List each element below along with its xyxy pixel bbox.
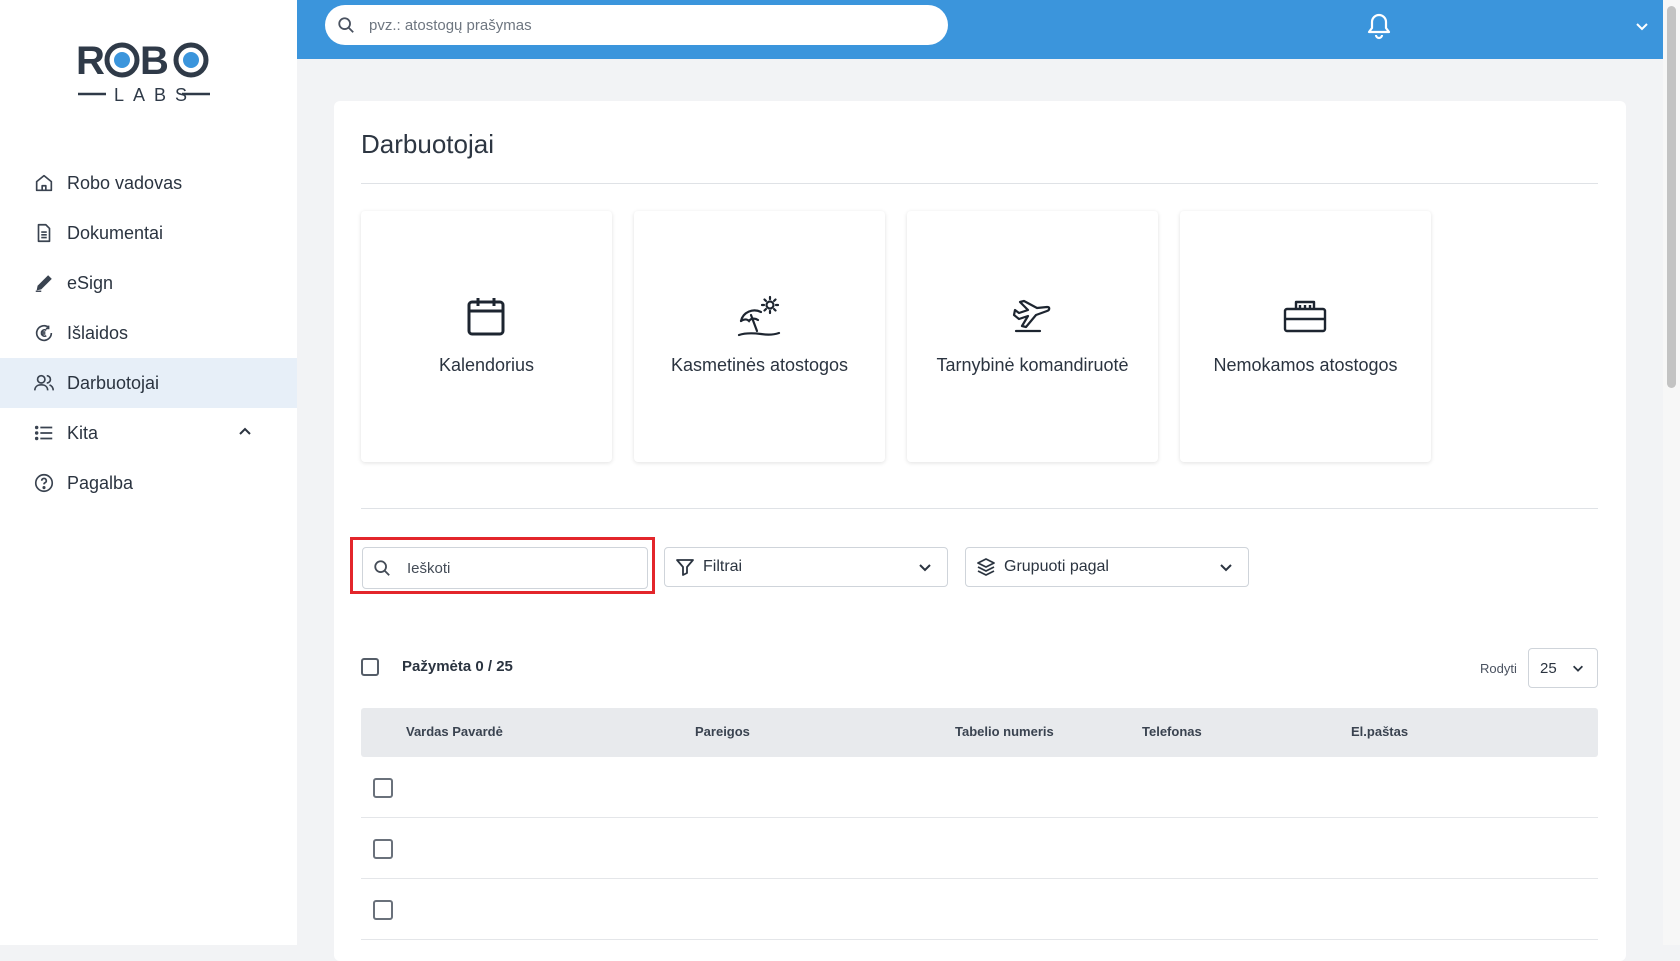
- select-all-checkbox[interactable]: [361, 658, 379, 676]
- topbar: [297, 0, 1663, 59]
- tile-label: Kasmetinės atostogos: [670, 355, 849, 375]
- group-by-label: Grupuoti pagal: [1004, 558, 1109, 575]
- page-size-select[interactable]: 25: [1528, 648, 1598, 688]
- tile-kasmetines-atostogos[interactable]: Kasmetinės atostogos: [634, 211, 885, 462]
- global-search[interactable]: [325, 5, 948, 45]
- column-header-employee-id[interactable]: Tabelio numeris: [955, 724, 1054, 739]
- row-checkbox[interactable]: [373, 778, 393, 798]
- pen-icon: [35, 275, 52, 292]
- table-header: Vardas Pavardė Pareigos Tabelio numeris …: [361, 708, 1598, 757]
- sidebar-item-label: Dokumentai: [67, 222, 164, 243]
- robo-labs-logo[interactable]: R B LABS: [76, 38, 224, 108]
- table-row[interactable]: [361, 818, 1598, 879]
- chevron-down-icon[interactable]: [1634, 18, 1650, 34]
- sidebar-item-label: eSign: [67, 272, 114, 293]
- divider: [361, 508, 1598, 509]
- tile-kalendorius[interactable]: Kalendorius: [361, 211, 612, 462]
- row-checkbox[interactable]: [373, 839, 393, 859]
- divider: [361, 183, 1598, 184]
- chevron-down-icon: [1220, 564, 1232, 572]
- tile-nemokamos-atostogos[interactable]: Nemokamos atostogos: [1180, 211, 1431, 462]
- layers-icon: [977, 558, 995, 576]
- chevron-up-icon[interactable]: [237, 424, 253, 440]
- list-icon: [34, 425, 53, 441]
- svg-text:B: B: [140, 39, 169, 83]
- sidebar-item-islaidos[interactable]: Išlaidos: [0, 308, 297, 358]
- group-by-dropdown[interactable]: Grupuoti pagal: [965, 547, 1249, 587]
- chevron-down-icon: [919, 564, 931, 572]
- sidebar-item-label: Pagalba: [67, 472, 134, 493]
- sidebar-item-kita[interactable]: Kita: [0, 408, 297, 458]
- euro-icon: [35, 324, 53, 342]
- page-size-value: 25: [1540, 659, 1557, 677]
- sidebar: R B LABS Robo vadovas Dokumentai eSign I…: [0, 0, 297, 945]
- sidebar-item-esign[interactable]: eSign: [0, 258, 297, 308]
- users-icon: [34, 374, 54, 391]
- tile-label: Tarnybinė komandiruotė: [936, 355, 1129, 375]
- search-icon: [374, 560, 390, 576]
- page-size-label: Rodyti: [1480, 661, 1517, 676]
- column-header-name[interactable]: Vardas Pavardė: [406, 724, 503, 739]
- sidebar-item-darbuotojai[interactable]: Darbuotojai: [0, 358, 297, 408]
- beach-umbrella-icon: [737, 295, 781, 337]
- row-checkbox[interactable]: [373, 900, 393, 920]
- page-title: Darbuotojai: [361, 129, 494, 159]
- table-row[interactable]: [361, 757, 1598, 818]
- home-icon: [35, 174, 53, 192]
- selected-count: Pažymėta 0 / 25: [402, 658, 513, 675]
- table-row[interactable]: [361, 879, 1598, 940]
- filters-dropdown[interactable]: Filtrai: [664, 547, 948, 587]
- sidebar-item-label: Robo vadovas: [67, 172, 183, 193]
- bell-icon[interactable]: [1366, 12, 1392, 40]
- scrollbar-thumb[interactable]: [1667, 6, 1676, 388]
- global-search-input[interactable]: [367, 15, 948, 35]
- sidebar-item-dokumentai[interactable]: Dokumentai: [0, 208, 297, 258]
- employee-search[interactable]: [362, 547, 648, 589]
- tile-label: Nemokamos atostogos: [1213, 355, 1398, 375]
- employee-search-input[interactable]: [405, 558, 647, 578]
- filter-icon: [676, 559, 694, 576]
- main-card: Darbuotojai Kalendorius Kasmetinės atost…: [334, 101, 1626, 961]
- sidebar-item-label: Kita: [67, 422, 99, 443]
- tile-label: Kalendorius: [438, 355, 535, 375]
- sidebar-item-pagalba[interactable]: Pagalba: [0, 458, 297, 508]
- sidebar-nav: Robo vadovas Dokumentai eSign Išlaidos D…: [0, 158, 297, 508]
- calendar-icon: [467, 298, 505, 336]
- column-header-phone[interactable]: Telefonas: [1142, 724, 1202, 739]
- column-header-position[interactable]: Pareigos: [695, 724, 750, 739]
- sidebar-item-label: Darbuotojai: [67, 372, 160, 393]
- column-header-email[interactable]: El.paštas: [1351, 724, 1408, 739]
- sidebar-item-label: Išlaidos: [67, 322, 129, 343]
- airplane-icon: [1012, 299, 1051, 333]
- search-icon: [338, 17, 354, 33]
- filters-label: Filtrai: [703, 558, 743, 575]
- help-icon: [34, 473, 54, 493]
- document-icon: [37, 223, 51, 243]
- tile-tarnybine-komandiruote[interactable]: Tarnybinė komandiruotė: [907, 211, 1158, 462]
- svg-text:R: R: [76, 39, 105, 83]
- sidebar-item-robo-vadovas[interactable]: Robo vadovas: [0, 158, 297, 208]
- chevron-down-icon: [1573, 665, 1583, 672]
- toolbox-icon: [1283, 300, 1327, 333]
